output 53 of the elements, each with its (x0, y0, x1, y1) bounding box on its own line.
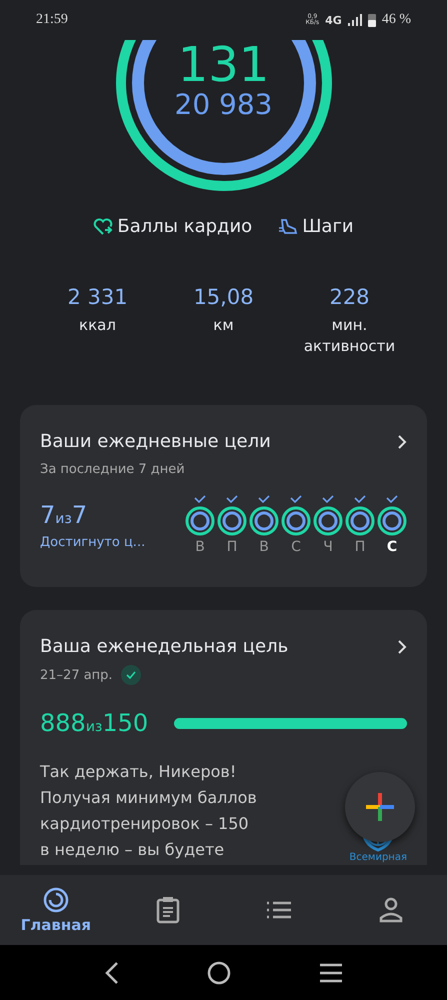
card-title: Ваши ежедневные цели (40, 431, 271, 452)
cardio-points-value: 131 (178, 40, 270, 90)
battery-icon (368, 13, 376, 27)
day-rings-icon (249, 506, 279, 536)
home-icon[interactable] (207, 960, 232, 984)
card-subtitle: За последние 7 дней (40, 462, 185, 477)
person-icon (379, 897, 404, 923)
plus-icon (364, 791, 396, 823)
goal-message: Так держать, Никеров! Получая минимум баллов кардиотренировок – 150 в неделю – вы будете (40, 761, 258, 861)
day-rings-icon (345, 506, 375, 536)
day-label: В (259, 539, 269, 555)
daily-goals-card[interactable]: Ваши ежедневные цели За последние 7 дней 7 из7 Достигнуто ц... В П В С Ч П С (20, 405, 427, 587)
clock: 21:59 (36, 12, 68, 28)
source-name: Всемирная (349, 852, 407, 863)
day-rings-icon (313, 506, 343, 536)
day-label: С (291, 539, 301, 555)
day-label: С (386, 539, 398, 555)
shoe-icon (278, 218, 298, 236)
stat-value: 228 (329, 285, 370, 309)
goals-count: 7 из7 (40, 500, 88, 528)
stat-value: 15,08 (193, 285, 254, 309)
day-rings-icon (185, 506, 215, 536)
back-icon[interactable] (104, 960, 120, 984)
home-rings-icon (42, 886, 70, 914)
weekly-count: 888из 150 (40, 709, 148, 737)
day-rings-icon (281, 506, 311, 536)
weekly-goal-card[interactable]: Ваша еженедельная цель 21–27 апр. 888из 150 Так держать, Никеров! Получая минимум баллов кардиотренировок – 150 в неделю – вы будете Всемирная (20, 610, 427, 865)
card-subtitle: 21–27 апр. (40, 668, 113, 682)
chevron-icon (397, 434, 407, 448)
day-rings-icon (217, 506, 247, 536)
day-rings-icon (377, 506, 407, 536)
menu-icon[interactable] (319, 962, 344, 982)
stat-label: км (213, 315, 234, 336)
battery-level: 46 % (382, 12, 411, 28)
network-type: 4G (325, 14, 342, 26)
steps-value: 20 983 (174, 90, 272, 121)
heart-icon (93, 218, 114, 236)
day-label: В (195, 539, 205, 555)
stat-label: мин. активности (304, 315, 396, 357)
day-label: Ч (323, 539, 333, 555)
stat-value: 2 331 (67, 285, 128, 309)
signal-icon (348, 14, 362, 26)
list-icon (266, 900, 292, 920)
clipboard-icon (154, 896, 181, 924)
chevron-icon (397, 640, 407, 654)
legend-label: Шаги (302, 216, 354, 237)
legend-label: Баллы кардио (117, 216, 252, 237)
nav-tab[interactable]: Главная (10, 885, 101, 935)
day-label: П (354, 539, 366, 555)
day-label: П (226, 539, 238, 555)
goals-caption: Достигнуто ц... (40, 534, 146, 550)
card-title: Ваша еженедельная цель (40, 636, 288, 657)
stat-label: ккал (79, 315, 116, 336)
